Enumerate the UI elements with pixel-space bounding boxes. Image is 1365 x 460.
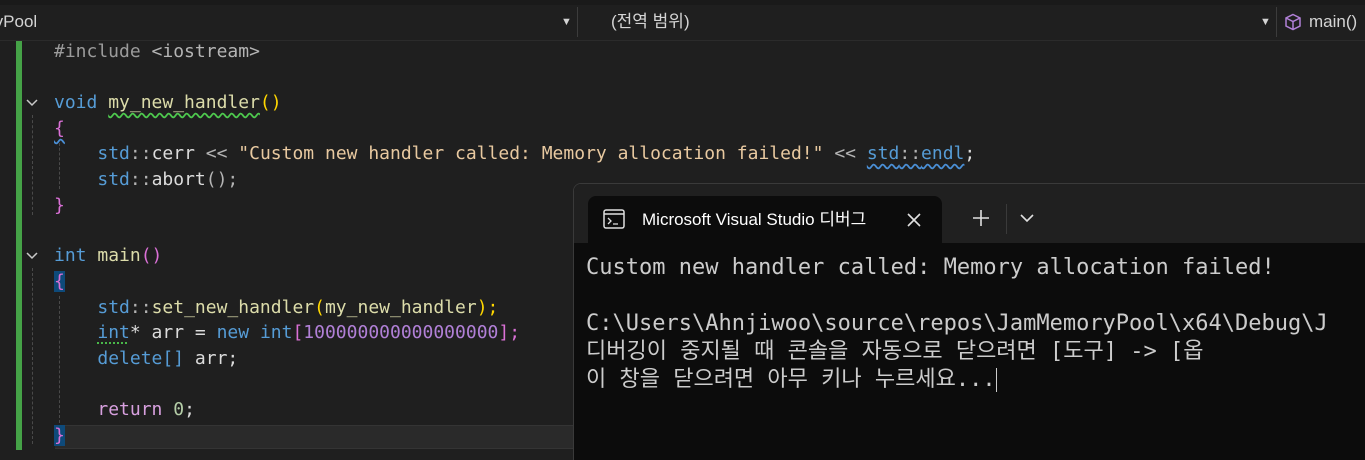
text-cursor xyxy=(995,368,997,392)
dropdown-arrow-icon: ▼ xyxy=(561,16,572,28)
toolbar-strip xyxy=(0,0,1365,5)
call-punctuation: (); xyxy=(205,169,239,190)
keyword: void xyxy=(54,92,98,113)
console-line: Custom new handler called: Memory alloca… xyxy=(586,255,1275,280)
operator: << xyxy=(194,143,239,164)
semicolon: ; xyxy=(964,143,976,164)
string-literal: "Custom new handler called: Memory alloc… xyxy=(238,143,824,164)
scope-dropdown-value: (전역 범위) xyxy=(611,12,690,31)
close-paren: ); xyxy=(476,297,499,318)
close-icon[interactable] xyxy=(905,211,923,229)
chevron-down-icon[interactable] xyxy=(1019,212,1035,224)
project-dropdown-value: ryPool xyxy=(0,12,38,31)
change-tracking-bar xyxy=(16,41,22,450)
number-literal: 0 xyxy=(173,399,185,420)
project-dropdown[interactable]: ryPool ▼ xyxy=(0,7,578,37)
close-brace: } xyxy=(54,425,65,446)
identifier: arr; xyxy=(184,348,239,369)
scope-operator: :: xyxy=(129,169,152,190)
current-line-highlight xyxy=(55,425,575,449)
parentheses: () xyxy=(140,245,163,266)
keyword: int xyxy=(54,245,87,266)
close-bracket: ]; xyxy=(498,322,521,343)
number-literal: 100000000000000000 xyxy=(303,322,499,343)
code-line: std::cerr << "Custom new handler called:… xyxy=(54,141,975,166)
console-line: 이 창을 닫으려면 아무 키나 누르세요... xyxy=(586,367,996,392)
parentheses: () xyxy=(259,92,282,113)
scope-operator: :: xyxy=(899,143,922,164)
code-line: std::abort(); xyxy=(54,167,238,192)
console-tab-title: Microsoft Visual Studio 디버그 xyxy=(642,210,867,229)
namespace: std xyxy=(97,297,130,318)
navigation-bar: ryPool ▼ (전역 범위) ▼ main() xyxy=(0,0,1365,41)
declaration: arr = xyxy=(140,322,217,343)
function-dropdown-value: main() xyxy=(1309,12,1358,31)
terminal-icon xyxy=(603,209,625,229)
keyword: return xyxy=(97,399,163,420)
operator: << xyxy=(823,143,867,164)
open-paren: ( xyxy=(314,297,325,318)
namespace: std xyxy=(97,143,130,164)
brackets: [] xyxy=(162,348,185,369)
open-bracket: [ xyxy=(292,322,304,343)
debug-console-window[interactable]: Microsoft Visual Studio 디버그 Custom new h… xyxy=(573,183,1365,460)
identifier: endl xyxy=(921,143,965,164)
identifier: abort xyxy=(151,169,206,190)
close-brace: } xyxy=(54,195,65,216)
code-line: #include <iostream> xyxy=(54,39,260,64)
function-name: my_new_handler xyxy=(108,92,260,113)
cube-icon xyxy=(1285,13,1301,31)
keyword: delete xyxy=(97,348,163,369)
dropdown-arrow-icon: ▼ xyxy=(1260,16,1271,28)
code-line: std::set_new_handler(my_new_handler); xyxy=(54,295,498,320)
titlebar-separator xyxy=(1006,204,1007,234)
code-line: { xyxy=(54,269,65,294)
console-tab[interactable]: Microsoft Visual Studio 디버그 xyxy=(588,196,942,243)
code-line: } xyxy=(54,423,65,448)
function-name: main xyxy=(97,245,141,266)
namespace: std xyxy=(97,169,130,190)
scope-operator: :: xyxy=(129,143,152,164)
keyword: int xyxy=(97,322,130,343)
console-line: 디버깅이 중지될 때 콘솔을 자동으로 닫으려면 [도구] -> [옵 xyxy=(586,339,1204,364)
code-line: } xyxy=(54,193,65,218)
include-header: <iostream> xyxy=(151,41,260,62)
open-brace: { xyxy=(54,118,65,139)
scope-dropdown[interactable]: (전역 범위) ▼ xyxy=(580,7,1277,37)
code-line: delete[] arr; xyxy=(54,346,238,371)
semicolon: ; xyxy=(184,399,195,420)
visual-studio-window: ryPool ▼ (전역 범위) ▼ main() #in xyxy=(0,0,1365,460)
namespace: std xyxy=(866,143,900,164)
code-line: int main() xyxy=(54,243,162,268)
open-brace: { xyxy=(54,271,65,292)
pointer-star: * xyxy=(129,322,141,343)
console-line: C:\Users\Ahnjiwoo\source\repos\JamMemory… xyxy=(586,311,1328,336)
console-prompt-line: 이 창을 닫으려면 아무 키나 누르세요... xyxy=(586,366,1365,394)
preprocessor-directive: #include xyxy=(54,41,141,62)
identifier: cerr xyxy=(151,143,195,164)
console-output: Custom new handler called: Memory alloca… xyxy=(586,254,1365,394)
code-line: return 0; xyxy=(54,397,195,422)
argument: my_new_handler xyxy=(324,297,477,318)
collapse-chevron-icon[interactable] xyxy=(24,95,40,111)
code-line: { xyxy=(54,116,65,141)
collapse-chevron-icon[interactable] xyxy=(24,248,40,264)
scope-operator: :: xyxy=(129,297,152,318)
fold-region-line xyxy=(32,115,33,215)
function-dropdown[interactable]: main() xyxy=(1279,7,1365,37)
code-line: void my_new_handler() xyxy=(54,90,282,115)
console-titlebar: Microsoft Visual Studio 디버그 xyxy=(574,184,1365,243)
fold-region-line xyxy=(32,268,33,444)
identifier: set_new_handler xyxy=(151,297,315,318)
keyword: new xyxy=(216,322,250,343)
code-line: int* arr = new int[100000000000000000]; xyxy=(54,320,520,345)
keyword: int xyxy=(259,322,293,343)
new-tab-plus-icon[interactable] xyxy=(971,208,991,228)
